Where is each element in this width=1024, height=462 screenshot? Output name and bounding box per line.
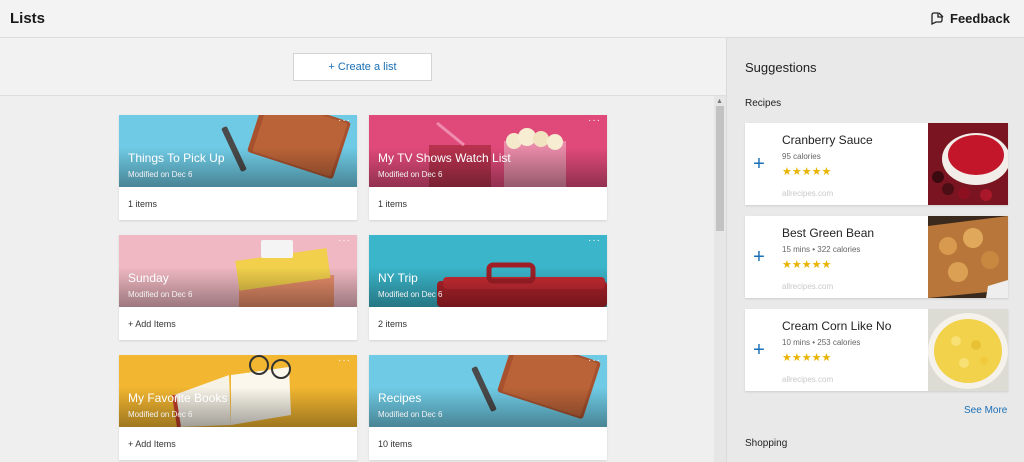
card-footer: 2 items <box>378 319 408 329</box>
suggestion-name: Cream Corn Like No <box>782 319 892 333</box>
list-card-ny-trip[interactable]: NY Trip Modified on Dec 6 ··· 2 items <box>369 235 607 340</box>
suggestions-pane: Suggestions Recipes + Cranberry Sauce 95… <box>726 38 1024 462</box>
list-card-things-to-pick-up[interactable]: Things To Pick Up Modified on Dec 6 ··· … <box>119 115 357 220</box>
suggestion-meta: 10 mins • 253 calories <box>782 338 861 347</box>
card-modified: Modified on Dec 6 <box>128 410 193 419</box>
recipes-heading: Recipes <box>745 98 782 109</box>
card-title: Sunday <box>128 271 169 285</box>
card-modified: Modified on Dec 6 <box>128 290 193 299</box>
feedback-button[interactable]: Feedback <box>930 11 1010 26</box>
suggestion-source: allrecipes.com <box>782 282 834 291</box>
card-modified: Modified on Dec 6 <box>378 410 443 419</box>
card-footer: 10 items <box>378 439 413 449</box>
card-title: NY Trip <box>378 271 418 285</box>
card-image: My TV Shows Watch List Modified on Dec 6… <box>369 115 607 187</box>
create-list-button[interactable]: + Create a list <box>293 53 432 81</box>
suggestion-card-cranberry-sauce[interactable]: + Cranberry Sauce 95 calories ★★★★★ allr… <box>745 123 1008 205</box>
rating-stars: ★★★★★ <box>782 166 832 178</box>
list-card-sunday[interactable]: Sunday Modified on Dec 6 ··· + Add Items <box>119 235 357 340</box>
lists-pane: + Create a list Things To Pick Up Modifi… <box>0 38 726 462</box>
list-card-tv-shows[interactable]: My TV Shows Watch List Modified on Dec 6… <box>369 115 607 220</box>
suggestions-title: Suggestions <box>745 60 817 75</box>
feedback-label: Feedback <box>950 11 1010 26</box>
add-icon[interactable]: + <box>745 216 773 298</box>
suggestion-card-green-bean[interactable]: + Best Green Bean 15 mins • 322 calories… <box>745 216 1008 298</box>
card-modified: Modified on Dec 6 <box>378 290 443 299</box>
suggestion-source: allrecipes.com <box>782 375 834 384</box>
suggestion-name: Best Green Bean <box>782 226 875 240</box>
suggestion-card-cream-corn[interactable]: + Cream Corn Like No 10 mins • 253 calor… <box>745 309 1008 391</box>
vertical-scrollbar[interactable]: ▲ <box>714 96 726 462</box>
card-title: My Favorite Books <box>128 391 228 405</box>
more-options-icon[interactable]: ··· <box>338 115 351 126</box>
card-image: Recipes Modified on Dec 6 ··· <box>369 355 607 427</box>
rating-stars: ★★★★★ <box>782 259 832 271</box>
add-icon[interactable]: + <box>745 123 773 205</box>
green-bean-casserole-image <box>928 216 1008 298</box>
card-title: My TV Shows Watch List <box>378 151 511 165</box>
suggestion-meta: 95 calories <box>782 152 821 161</box>
suggestion-meta: 15 mins • 322 calories <box>782 245 861 254</box>
card-image: NY Trip Modified on Dec 6 ··· <box>369 235 607 307</box>
more-options-icon[interactable]: ··· <box>338 235 351 246</box>
card-footer: + Add Items <box>128 439 176 449</box>
card-title: Things To Pick Up <box>128 151 225 165</box>
suggestion-name: Cranberry Sauce <box>782 133 873 147</box>
more-options-icon[interactable]: ··· <box>588 115 601 126</box>
card-title: Recipes <box>378 391 422 405</box>
card-image: My Favorite Books Modified on Dec 6 ··· <box>119 355 357 427</box>
card-footer: 1 items <box>378 199 408 209</box>
rating-stars: ★★★★★ <box>782 352 832 364</box>
card-image: Sunday Modified on Dec 6 ··· <box>119 235 357 307</box>
app-title: Lists <box>10 10 46 27</box>
cream-corn-image <box>928 309 1008 391</box>
cranberry-sauce-image <box>928 123 1008 205</box>
more-options-icon[interactable]: ··· <box>338 355 351 366</box>
list-card-favorite-books[interactable]: My Favorite Books Modified on Dec 6 ··· … <box>119 355 357 460</box>
title-bar: Lists Feedback <box>0 0 1024 38</box>
card-modified: Modified on Dec 6 <box>378 170 443 179</box>
scroll-thumb[interactable] <box>716 106 724 231</box>
scroll-up-icon[interactable]: ▲ <box>716 98 723 105</box>
feedback-icon <box>931 11 944 25</box>
see-more-link[interactable]: See More <box>964 405 1007 416</box>
suggestion-source: allrecipes.com <box>782 189 834 198</box>
card-footer: + Add Items <box>128 319 176 329</box>
card-modified: Modified on Dec 6 <box>128 170 193 179</box>
card-image: Things To Pick Up Modified on Dec 6 ··· <box>119 115 357 187</box>
list-card-recipes[interactable]: Recipes Modified on Dec 6 ··· 10 items <box>369 355 607 460</box>
more-options-icon[interactable]: ··· <box>588 235 601 246</box>
create-bar: + Create a list <box>0 38 726 96</box>
add-icon[interactable]: + <box>745 309 773 391</box>
shopping-heading: Shopping <box>745 438 788 449</box>
more-options-icon[interactable]: ··· <box>588 355 601 366</box>
card-footer: 1 items <box>128 199 158 209</box>
